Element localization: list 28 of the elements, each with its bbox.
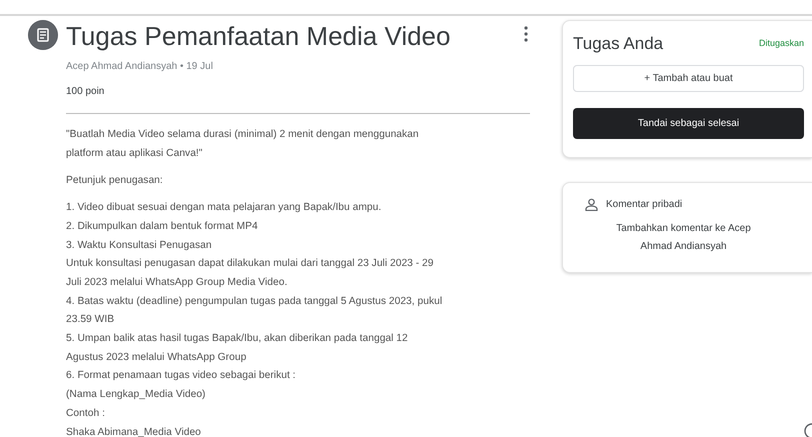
add-comment-link[interactable]: Tambahkan komentar ke Acep Ahmad Andiansyah (608, 220, 758, 256)
points: 100 poin (66, 85, 106, 99)
description-line: 3. Waktu Konsultasi Penugasan (66, 238, 213, 253)
add-or-create-button[interactable]: + Tambah atau buat (573, 64, 804, 92)
description-line: "Buatlah Media Video selama durasi (minimal) 2 menit dengan menggunakan (66, 128, 420, 142)
description-line: Shaka Abimana_Media Video (66, 426, 202, 437)
description-line: 5. Umpan balik atas hasil tugas Bapak/Ibu, akan diberikan pada tanggal 12 (66, 332, 409, 346)
description-line: 1. Video dibuat sesuai dengan mata pelajaran yang Bapak/Ibu ampu. (66, 201, 382, 216)
assignment-icon (28, 20, 58, 50)
mark-as-done-button[interactable]: Tandai sebagai selesai (573, 108, 804, 138)
more-options-icon[interactable] (523, 26, 529, 42)
description-line: Juli 2023 melalui WhatsApp Group Media Video. (66, 276, 288, 290)
person-icon (585, 198, 598, 210)
status-label: Ditugaskan (758, 37, 804, 50)
description-line: Contoh : (66, 406, 106, 421)
description-line: platform atau aplikasi Canva!" (66, 146, 204, 161)
description-line: Untuk konsultasi penugasan dapat dilakukan mulai dari tanggal 23 Juli 2023 - 29 (66, 257, 435, 272)
author-date: Acep Ahmad Andiansyah • 19 Jul (66, 60, 214, 74)
card-title: Tugas Anda (573, 33, 664, 55)
description-line: Agustus 2023 melalui WhatsApp Group (66, 350, 248, 365)
description-line: 2. Dikumpulkan dalam bentuk format MP4 (66, 220, 259, 234)
description-line: Petunjuk penugasan: (66, 174, 164, 188)
description-line: 6. Format penamaan tugas video sebagai berikut : (66, 369, 297, 384)
description-line: 4. Batas waktu (deadline) pengumpulan tugas pada tanggal 5 Agustus 2023, pukul (66, 294, 444, 309)
description-line: (Nama Lengkap_Media Video) (66, 388, 206, 402)
section-title: Komentar pribadi (606, 198, 682, 212)
assignment-title: Tugas Pemanfaatan Media Video (66, 20, 450, 52)
description-line: 23.59 WIB (66, 313, 116, 328)
